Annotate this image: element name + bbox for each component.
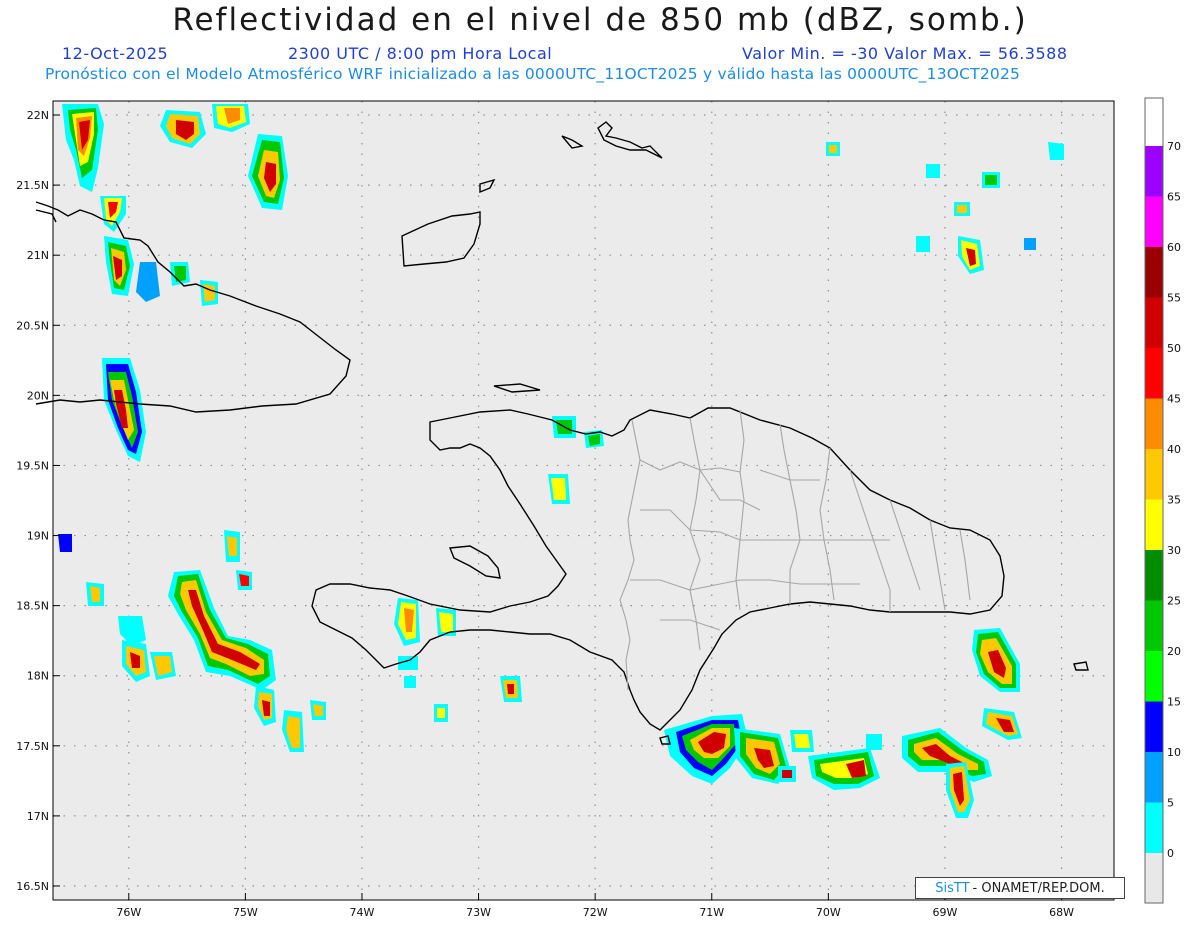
lat-label: 20.5N — [16, 319, 49, 332]
lon-label: 75W — [233, 906, 258, 919]
colorbar-label: 15 — [1167, 696, 1181, 709]
colorbar-segment — [1145, 802, 1163, 853]
colorbar-segment — [1145, 701, 1163, 752]
colorbar-segment — [1145, 348, 1163, 399]
colorbar-upper-extension — [1145, 98, 1163, 146]
colorbar-label: 55 — [1167, 292, 1181, 305]
lon-label: 72W — [583, 906, 608, 919]
colorbar-segment — [1145, 398, 1163, 449]
colorbar-segment — [1145, 600, 1163, 651]
colorbar-segment — [1145, 146, 1163, 197]
lat-label: 19.5N — [16, 459, 49, 472]
colorbar-segment — [1145, 752, 1163, 803]
lon-label: 71W — [699, 906, 724, 919]
colorbar-label: 25 — [1167, 595, 1181, 608]
lon-label: 69W — [933, 906, 958, 919]
lat-label: 16.5N — [16, 880, 49, 893]
colorbar-label: 20 — [1167, 645, 1181, 658]
colorbar-segment — [1145, 499, 1163, 550]
colorbar-label: 35 — [1167, 494, 1181, 507]
credit-text: - ONAMET/REP.DOM. — [972, 880, 1105, 896]
colorbar-lower-extension — [1145, 853, 1163, 903]
colorbar-segment — [1145, 550, 1163, 601]
colorbar-label: 10 — [1167, 746, 1181, 759]
colorbar-segment — [1145, 449, 1163, 500]
lat-label: 17N — [27, 810, 49, 823]
colorbar-segment — [1145, 247, 1163, 298]
colorbar-label: 70 — [1167, 140, 1181, 153]
colorbar-segment — [1145, 651, 1163, 702]
lon-label: 76W — [116, 906, 141, 919]
colorbar: 0 5 10 15 20 25 30 35 40 45 50 55 60 65 70 — [1144, 97, 1181, 904]
lat-label: 19N — [27, 530, 49, 543]
lon-label: 74W — [350, 906, 375, 919]
lon-label: 68W — [1049, 906, 1074, 919]
lat-label: 20N — [27, 389, 49, 402]
colorbar-label: 5 — [1167, 797, 1174, 810]
colorbar-label: 45 — [1167, 393, 1181, 406]
colorbar-label: 50 — [1167, 342, 1181, 355]
lat-label: 18.5N — [16, 600, 49, 613]
colorbar-label: 60 — [1167, 241, 1181, 254]
lon-label: 70W — [816, 906, 841, 919]
lat-label: 21N — [27, 249, 49, 262]
credit-box: SisTT - ONAMET/REP.DOM. — [915, 877, 1125, 899]
sistt-logo: SisTT — [935, 880, 970, 896]
lat-label: 21.5N — [16, 179, 49, 192]
colorbar-label: 40 — [1167, 443, 1181, 456]
colorbar-label: 30 — [1167, 544, 1181, 557]
colorbar-label: 0 — [1167, 847, 1174, 860]
lat-label: 17.5N — [16, 740, 49, 753]
lat-label: 18N — [27, 670, 49, 683]
lon-label: 73W — [466, 906, 491, 919]
reflectivity-map: 22N 21.5N 21N 20.5N 20N 19.5N 19N 18.5N 18N 17.5N… — [16, 97, 1181, 919]
lat-label: 22N — [27, 109, 49, 122]
colorbar-label: 65 — [1167, 191, 1181, 204]
colorbar-segment — [1145, 196, 1163, 247]
colorbar-segment — [1145, 297, 1163, 348]
